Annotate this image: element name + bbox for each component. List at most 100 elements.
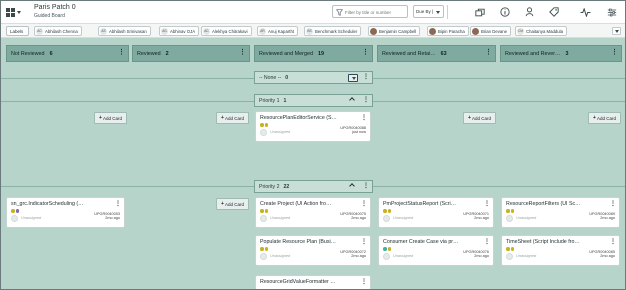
kanban-card[interactable]: ResourceGridValueFormatter … ⋮: [255, 275, 371, 289]
more-icon[interactable]: ⋮: [118, 49, 125, 56]
card-title[interactable]: Create Project (UI Action fro…: [260, 201, 366, 207]
card-title[interactable]: PmProjectStatusReport (Scri…: [383, 201, 489, 207]
member-name: Abhilash Srinivasan: [109, 28, 147, 34]
column-header[interactable]: Reviewed and Rever… 3 ⋮: [500, 45, 622, 62]
member-chip[interactable]: AC Alekhya Chitrakavi: [201, 26, 252, 36]
swimlane-label: Priority 2: [259, 183, 280, 190]
members-button[interactable]: [523, 6, 535, 18]
more-icon[interactable]: ⋮: [361, 278, 367, 285]
more-icon[interactable]: ⋮: [361, 238, 367, 245]
info-icon: [500, 7, 510, 17]
due-by-select[interactable]: Due By |: [413, 5, 444, 18]
swimlane-header-none[interactable]: -- None -- 0 ⋮: [254, 71, 373, 84]
kanban-card[interactable]: Populate Resource Plan (Busi… ⋮ Unassign…: [255, 235, 371, 266]
card-number: UPGR0040071: [463, 212, 489, 216]
add-card-button[interactable]: + Add Card: [588, 112, 621, 124]
add-card-button[interactable]: + Add Card: [216, 112, 249, 124]
assignee-avatar[interactable]: [260, 215, 267, 222]
member-chip[interactable]: AR Anuj Kapartht: [257, 26, 299, 36]
more-icon[interactable]: ⋮: [239, 49, 246, 56]
card-title[interactable]: Consumer Create Case via pr…: [383, 239, 489, 245]
kanban-card[interactable]: TimeSheet (Script Include fro… ⋮ Unassig…: [501, 235, 620, 266]
chevron-up-icon[interactable]: [349, 97, 355, 103]
member-chip[interactable]: BS Benchmark Scheduler: [304, 26, 362, 36]
more-icon[interactable]: ⋮: [363, 97, 369, 104]
activity-button[interactable]: [579, 6, 591, 18]
swimlane-toggle[interactable]: [348, 74, 358, 82]
member-chip[interactable]: CM Chaitanya Maddula: [515, 26, 568, 36]
card-title[interactable]: sn_grc.IndicatorScheduling (…: [11, 201, 120, 207]
kanban-card[interactable]: PmProjectStatusReport (Scri… ⋮ Unassigne…: [378, 197, 494, 228]
labels-tag-button[interactable]: [548, 6, 560, 18]
more-icon[interactable]: ⋮: [363, 74, 369, 81]
caret-down-icon: [17, 11, 21, 14]
member-chip[interactable]: Benjamin Campbell: [368, 26, 421, 36]
more-icon[interactable]: ⋮: [610, 238, 616, 245]
more-icon[interactable]: ⋮: [484, 200, 490, 207]
panels-icon: [475, 8, 485, 16]
swimlane-header-priority-2[interactable]: Priority 2 22 ⋮: [254, 180, 373, 193]
card-title[interactable]: ResourcePlanEditorService (S…: [260, 115, 366, 121]
label-dot: [264, 209, 268, 213]
labels-button[interactable]: Labels: [6, 26, 29, 36]
member-name: Benchmark Scheduler: [315, 28, 358, 34]
assignee-avatar[interactable]: [260, 253, 267, 260]
more-icon[interactable]: ⋮: [363, 183, 369, 190]
quick-panel-button[interactable]: [474, 6, 486, 18]
labels-expand-button[interactable]: [612, 27, 621, 35]
assignee-avatar[interactable]: [506, 215, 513, 222]
card-time: just now: [352, 130, 366, 135]
add-card-button[interactable]: + Add Card: [94, 112, 127, 124]
chevron-up-icon[interactable]: [349, 183, 355, 189]
card-title[interactable]: Populate Resource Plan (Busi…: [260, 239, 366, 245]
column-header[interactable]: Reviewed 2 ⋮: [132, 45, 250, 62]
column-header[interactable]: Reviewed and Retai… 63 ⋮: [377, 45, 496, 62]
card-time: 2mo ago: [351, 254, 366, 259]
more-icon[interactable]: ⋮: [485, 49, 492, 56]
filter-box[interactable]: [332, 5, 408, 18]
kanban-card[interactable]: Consumer Create Case via pr… ⋮ Unassigne…: [378, 235, 494, 266]
card-title[interactable]: TimeSheet (Script Include fro…: [506, 239, 615, 245]
more-icon[interactable]: ⋮: [361, 114, 367, 121]
add-card-button[interactable]: + Add Card: [216, 198, 249, 210]
kanban-card[interactable]: sn_grc.IndicatorScheduling (… ⋮ Unassign…: [6, 197, 125, 228]
assignee-name: Unassigned: [270, 254, 291, 258]
filter-input[interactable]: [345, 8, 407, 16]
swimlane-header-priority-1[interactable]: Priority 1 1 ⋮: [254, 94, 373, 107]
member-chip[interactable]: Bipin Paracha: [427, 26, 469, 36]
member-chip[interactable]: AS Abhilash Srinivasan: [98, 26, 151, 36]
kanban-card[interactable]: Create Project (UI Action fro… ⋮ Unassig…: [255, 197, 371, 228]
column-header[interactable]: Reviewed and Merged 19 ⋮: [254, 45, 373, 62]
member-chip[interactable]: AC Abhilash Chenna: [34, 26, 82, 36]
label-dot: [383, 247, 387, 251]
assignee-avatar[interactable]: [383, 253, 390, 260]
more-icon[interactable]: ⋮: [362, 49, 369, 56]
more-icon[interactable]: ⋮: [484, 238, 490, 245]
kanban-card[interactable]: ResourceReportFilters (UI Sc… ⋮ Unassign…: [501, 197, 620, 228]
assignee-avatar[interactable]: [506, 253, 513, 260]
card-meta: UPGR0040071 2mo ago: [463, 212, 489, 221]
assignee-avatar[interactable]: [11, 215, 18, 222]
card-title[interactable]: ResourceReportFilters (UI Sc…: [506, 201, 615, 207]
settings-button[interactable]: [606, 6, 618, 18]
assignee-avatar[interactable]: [260, 129, 267, 136]
board: Not Reviewed 6 ⋮ Reviewed 2 ⋮ Reviewed a…: [1, 39, 625, 289]
card-time: 2mo ago: [474, 254, 489, 259]
card-title[interactable]: ResourceGridValueFormatter …: [260, 279, 366, 285]
card-time: 2mo ago: [105, 216, 120, 221]
more-icon[interactable]: ⋮: [361, 200, 367, 207]
column-header[interactable]: Not Reviewed 6 ⋮: [6, 45, 129, 62]
member-chip[interactable]: Brian Devane: [470, 26, 512, 36]
avatar: AC: [203, 27, 210, 35]
member-chip[interactable]: AG Abhinav OJA: [159, 26, 200, 36]
assignee-avatar[interactable]: [383, 215, 390, 222]
card-number: UPGR0040072: [340, 250, 366, 254]
add-card-button[interactable]: + Add Card: [463, 112, 496, 124]
more-icon[interactable]: ⋮: [611, 49, 618, 56]
kanban-card[interactable]: ResourcePlanEditorService (S… ⋮ Unassign…: [255, 111, 371, 142]
more-icon[interactable]: ⋮: [610, 200, 616, 207]
more-icon[interactable]: ⋮: [115, 200, 121, 207]
info-button[interactable]: [499, 6, 511, 18]
board-menu-button[interactable]: [6, 6, 24, 19]
card-meta: UPGR0040088 just now: [340, 126, 366, 135]
